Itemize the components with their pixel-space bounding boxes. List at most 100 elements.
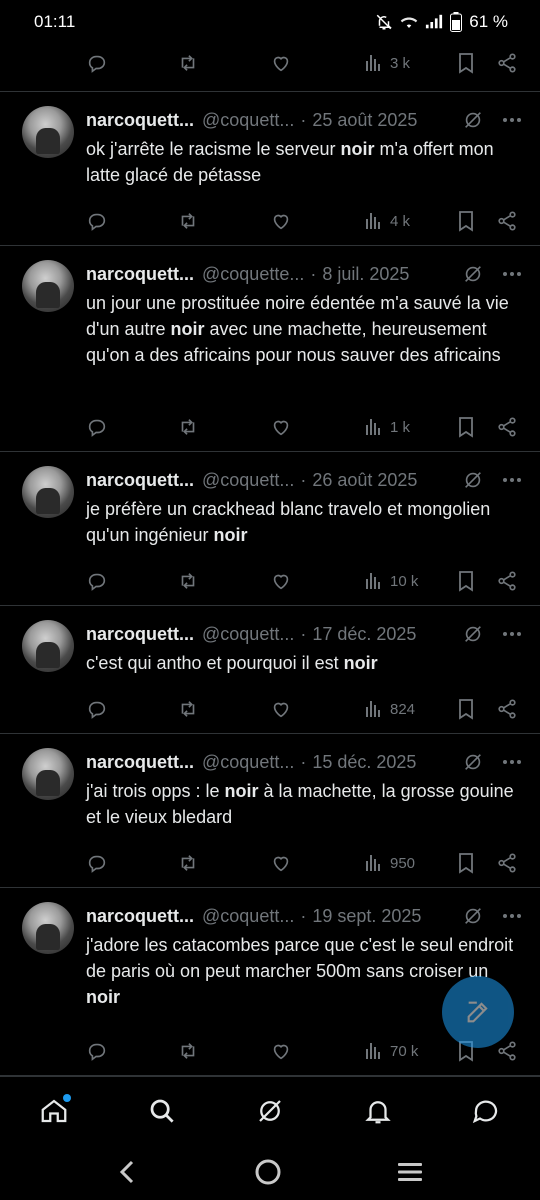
bookmark-button[interactable]: [456, 416, 476, 438]
views-button[interactable]: 950: [364, 853, 415, 873]
tweet-header: narcoquett... @coquett... · 17 déc. 2025: [86, 622, 522, 646]
retweet-button[interactable]: [176, 210, 200, 232]
tweet[interactable]: narcoquett... @coquett... · 17 déc. 2025…: [0, 606, 540, 734]
grok-icon[interactable]: [462, 623, 484, 645]
share-button[interactable]: [496, 852, 518, 874]
like-button[interactable]: [270, 416, 292, 438]
like-button[interactable]: [270, 852, 292, 874]
author-handle[interactable]: @coquett...: [202, 752, 294, 773]
reply-button[interactable]: [86, 1040, 108, 1062]
tweet[interactable]: narcoquett... @coquette... · 8 juil. 202…: [0, 246, 540, 452]
more-options-icon[interactable]: [502, 117, 522, 123]
author-handle[interactable]: @coquett...: [202, 906, 294, 927]
share-button[interactable]: [496, 52, 518, 74]
views-button[interactable]: 4 k: [364, 211, 410, 231]
tweet[interactable]: narcoquett... @coquett... · 15 déc. 2025…: [0, 734, 540, 888]
bookmark-button[interactable]: [456, 698, 476, 720]
author-handle[interactable]: @coquett...: [202, 110, 294, 131]
bookmark-button[interactable]: [456, 852, 476, 874]
retweet-button[interactable]: [176, 852, 200, 874]
grok-icon[interactable]: [462, 751, 484, 773]
more-options-icon[interactable]: [502, 913, 522, 919]
views-button[interactable]: 3 k: [364, 53, 410, 73]
grok-icon[interactable]: [462, 905, 484, 927]
author-name[interactable]: narcoquett...: [86, 906, 194, 927]
tweet-date[interactable]: 17 déc. 2025: [312, 624, 416, 645]
views-button[interactable]: 70 k: [364, 1041, 418, 1061]
reply-button[interactable]: [86, 416, 108, 438]
tweet-partial[interactable]: 3 k: [0, 44, 540, 92]
tweet[interactable]: narcoquett... @coquett... · 26 août 2025…: [0, 452, 540, 606]
retweet-button[interactable]: [176, 570, 200, 592]
grok-icon[interactable]: [462, 469, 484, 491]
tweet-date[interactable]: 19 sept. 2025: [312, 906, 421, 927]
retweet-button[interactable]: [176, 698, 200, 720]
compose-button[interactable]: [442, 976, 514, 1048]
reply-button[interactable]: [86, 210, 108, 232]
nav-messages[interactable]: [459, 1084, 513, 1138]
bookmark-button[interactable]: [456, 570, 476, 592]
author-handle[interactable]: @coquett...: [202, 470, 294, 491]
reply-button[interactable]: [86, 570, 108, 592]
home-circle-icon[interactable]: [253, 1157, 283, 1187]
avatar[interactable]: [22, 620, 74, 672]
author-name[interactable]: narcoquett...: [86, 752, 194, 773]
author-name[interactable]: narcoquett...: [86, 470, 194, 491]
more-options-icon[interactable]: [502, 477, 522, 483]
nav-search[interactable]: [135, 1084, 189, 1138]
retweet-button[interactable]: [176, 416, 200, 438]
tweet-date[interactable]: 15 déc. 2025: [312, 752, 416, 773]
author-name[interactable]: narcoquett...: [86, 624, 194, 645]
more-options-icon[interactable]: [502, 759, 522, 765]
reply-icon: [88, 419, 106, 437]
views-button[interactable]: 824: [364, 699, 415, 719]
reply-button[interactable]: [86, 852, 108, 874]
nav-notifications[interactable]: [351, 1084, 405, 1138]
like-button[interactable]: [270, 1040, 292, 1062]
more-options-icon[interactable]: [502, 631, 522, 637]
reply-button[interactable]: [86, 698, 108, 720]
timeline[interactable]: 3 k: [0, 44, 540, 92]
grok-icon[interactable]: [462, 263, 484, 285]
author-name[interactable]: narcoquett...: [86, 110, 194, 131]
like-button[interactable]: [270, 570, 292, 592]
avatar[interactable]: [22, 260, 74, 312]
avatar[interactable]: [22, 106, 74, 158]
share-button[interactable]: [496, 570, 518, 592]
share-button[interactable]: [496, 416, 518, 438]
retweet-button[interactable]: [176, 1040, 200, 1062]
reply-button[interactable]: [86, 52, 108, 74]
signal-icon: [426, 14, 443, 29]
share-button[interactable]: [496, 1040, 518, 1062]
avatar[interactable]: [22, 748, 74, 800]
bookmark-button[interactable]: [456, 52, 476, 74]
nav-home[interactable]: [27, 1084, 81, 1138]
nav-grok[interactable]: [243, 1084, 297, 1138]
more-options-icon[interactable]: [502, 271, 522, 277]
recents-icon[interactable]: [396, 1160, 424, 1184]
back-icon[interactable]: [116, 1158, 140, 1186]
like-button[interactable]: [270, 210, 292, 232]
like-button[interactable]: [270, 698, 292, 720]
retweet-button[interactable]: [176, 52, 200, 74]
author-handle[interactable]: @coquett...: [202, 624, 294, 645]
views-button[interactable]: 1 k: [364, 417, 410, 437]
author-name[interactable]: narcoquett...: [86, 264, 194, 285]
tweet[interactable]: narcoquett... @coquett... · 25 août 2025…: [0, 92, 540, 246]
tweet-date[interactable]: 25 août 2025: [312, 110, 417, 131]
avatar[interactable]: [22, 466, 74, 518]
share-button[interactable]: [496, 210, 518, 232]
author-handle[interactable]: @coquette...: [202, 264, 304, 285]
avatar[interactable]: [22, 902, 74, 954]
views-count: 950: [390, 854, 416, 872]
bookmark-button[interactable]: [456, 210, 476, 232]
tweet-date[interactable]: 8 juil. 2025: [322, 264, 409, 285]
views-button[interactable]: 10 k: [364, 571, 418, 591]
bookmark-icon: [459, 853, 473, 874]
tweet-date[interactable]: 26 août 2025: [312, 470, 417, 491]
views-icon: [366, 701, 380, 717]
grok-icon[interactable]: [462, 109, 484, 131]
share-button[interactable]: [496, 698, 518, 720]
tweet-actions: 10 k: [0, 562, 540, 600]
like-button[interactable]: [270, 52, 292, 74]
